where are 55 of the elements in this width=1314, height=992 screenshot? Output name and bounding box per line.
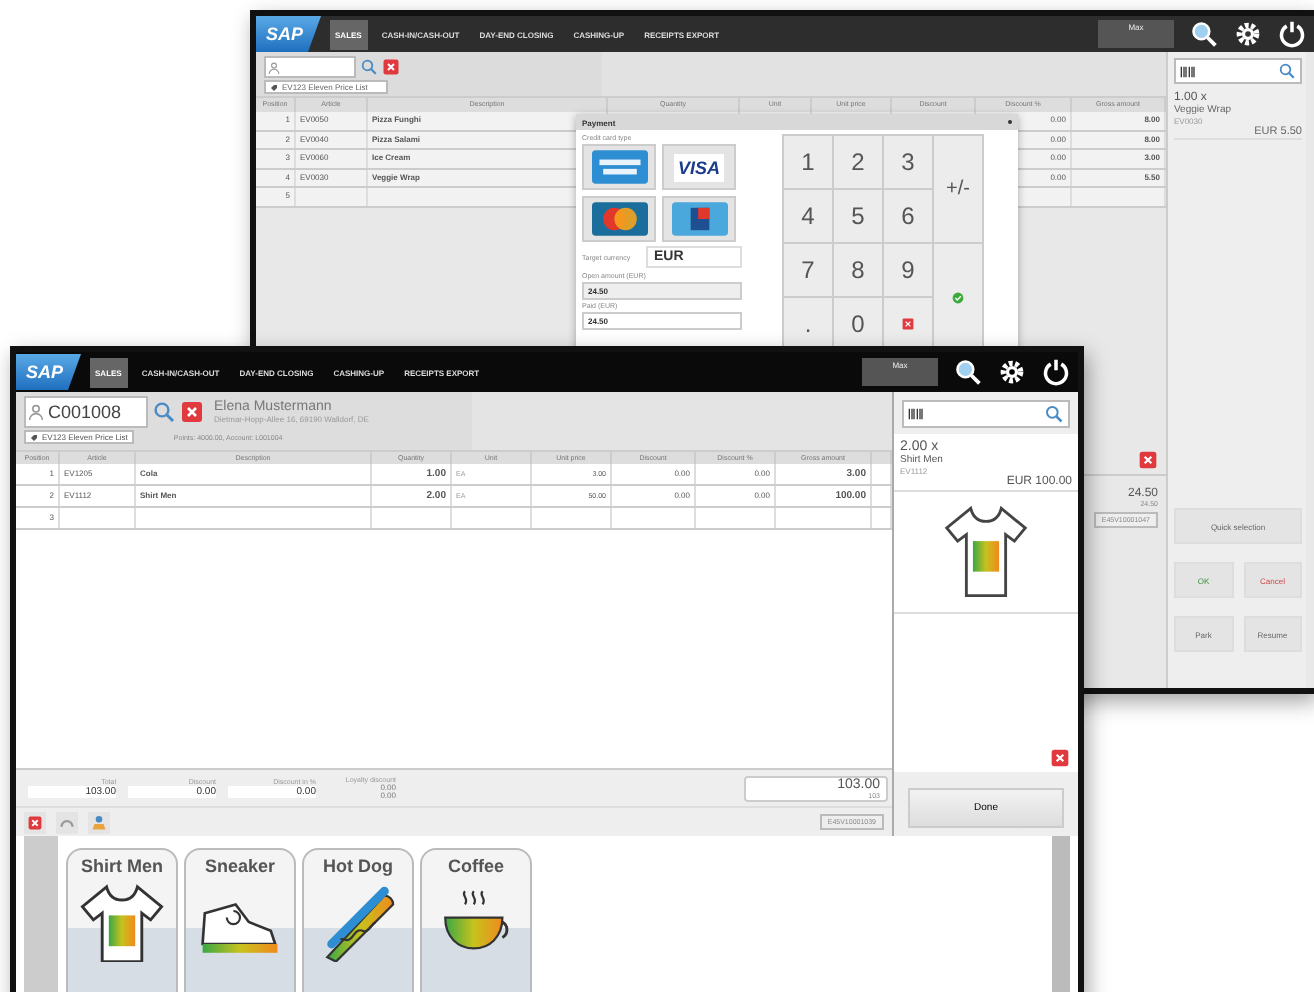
product-tile[interactable]: Shirt Men <box>66 848 178 992</box>
user-icon <box>28 404 44 420</box>
tag-icon <box>270 83 278 92</box>
keypad-key[interactable]: 4 <box>784 190 832 242</box>
keypad-key[interactable]: 0 <box>834 298 882 350</box>
product-tile[interactable]: Hot Dog <box>302 848 414 992</box>
search-icon[interactable] <box>954 358 982 386</box>
keypad-key[interactable]: 6 <box>884 190 932 242</box>
arch-icon[interactable] <box>56 811 78 833</box>
sap-logo: SAP <box>256 16 322 52</box>
delete-icon[interactable] <box>180 400 204 424</box>
person-icon[interactable] <box>88 811 110 833</box>
delete-icon[interactable] <box>1138 450 1158 470</box>
user-icon <box>268 61 280 73</box>
settings-icon[interactable] <box>998 358 1026 386</box>
delete-key[interactable] <box>884 298 932 350</box>
power-icon[interactable] <box>1278 20 1306 48</box>
check-icon <box>952 291 964 303</box>
delete-icon[interactable] <box>24 811 46 833</box>
barcode-field[interactable] <box>902 400 1070 428</box>
delete-icon[interactable] <box>1050 748 1070 768</box>
settings-icon[interactable] <box>1234 20 1262 48</box>
customer-field[interactable] <box>264 56 356 78</box>
card-button[interactable] <box>662 196 736 242</box>
card-logo-icon <box>591 202 647 236</box>
visa-button[interactable]: VISA <box>662 144 736 190</box>
sign-key[interactable]: +/- <box>934 136 982 242</box>
delete-icon <box>902 318 914 330</box>
scrollbar[interactable] <box>1052 836 1070 992</box>
card-logo-icon <box>591 150 647 184</box>
shirt-icon <box>78 882 166 962</box>
confirm-key[interactable] <box>934 244 982 350</box>
search-icon[interactable] <box>1190 20 1218 48</box>
delete-icon[interactable] <box>382 58 400 76</box>
keypad-key[interactable]: 1 <box>784 136 832 188</box>
keypad-key[interactable]: 9 <box>884 244 932 296</box>
barcode-field[interactable] <box>1174 58 1302 84</box>
keypad-key[interactable]: 5 <box>834 190 882 242</box>
keypad-key[interactable]: 2 <box>834 136 882 188</box>
keypad-key[interactable]: 3 <box>884 136 932 188</box>
product-tile[interactable]: Sneaker <box>184 848 296 992</box>
power-icon[interactable] <box>1042 358 1070 386</box>
tag-icon <box>30 433 38 442</box>
shirt-icon <box>942 504 1030 600</box>
keypad-key[interactable]: 7 <box>784 244 832 296</box>
keypad-key[interactable]: 8 <box>834 244 882 296</box>
barcode-icon <box>1180 65 1196 77</box>
barcode-icon <box>908 408 924 420</box>
card-button[interactable] <box>582 196 656 242</box>
sap-logo: SAP <box>16 354 82 390</box>
card-logo-icon <box>671 202 727 236</box>
card-button[interactable] <box>582 144 656 190</box>
keypad-key[interactable]: . <box>784 298 832 350</box>
product-tile[interactable]: Coffee <box>420 848 532 992</box>
customer-field[interactable]: C001008 <box>24 396 148 428</box>
